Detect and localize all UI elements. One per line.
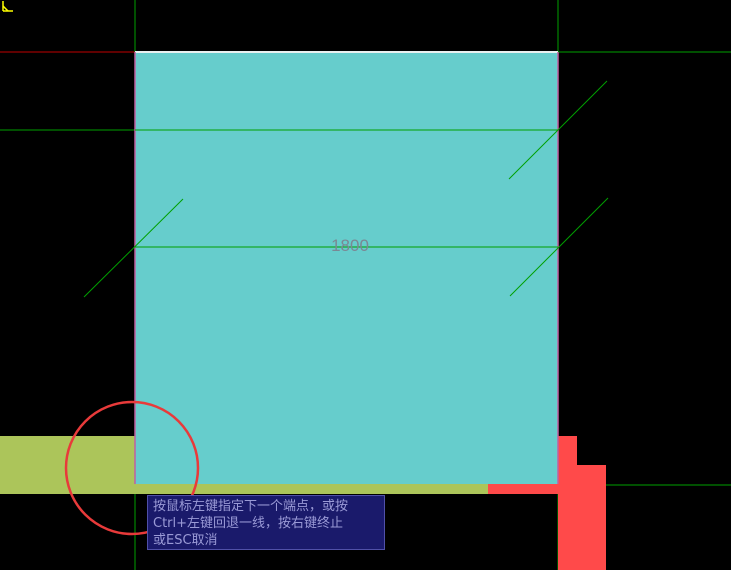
slab-dimension-label: 1800 [331, 236, 369, 255]
prompt-line-1: 按鼠标左键指定下一个端点，或按 [153, 499, 349, 514]
prompt-line-3: 或ESC取消 [153, 533, 218, 548]
slab-region[interactable] [135, 52, 558, 484]
crosshair-cursor-icon [2, 1, 13, 12]
cad-drawing-canvas[interactable]: 1800 按鼠标左键指定下一个端点，或按 Ctrl+左键回退一线，按右键终止 或… [0, 0, 731, 570]
prompt-line-2: Ctrl+左键回退一线，按右键终止 [153, 516, 344, 531]
command-prompt-tooltip: 按鼠标左键指定下一个端点，或按 Ctrl+左键回退一线，按右键终止 或ESC取消 [147, 495, 385, 550]
wall-bottom[interactable] [135, 484, 488, 494]
drawing-layer [0, 0, 731, 570]
